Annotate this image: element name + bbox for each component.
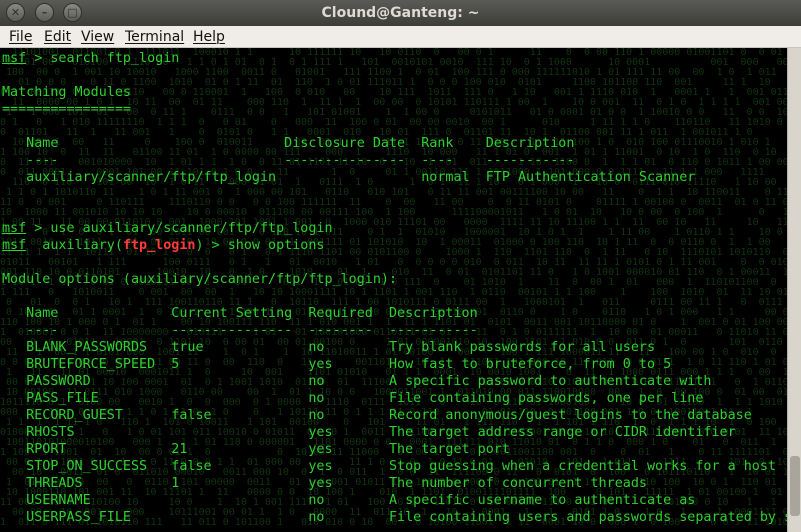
match-table-header: Name Disclosure Date Rank Description: [2, 136, 575, 151]
match-table-divider: ---- --------------- ---- -----------: [2, 153, 575, 168]
terminal-scrollbar[interactable]: [787, 48, 801, 532]
table-row: THREADS 1 yes The number of concurrent t…: [2, 476, 647, 491]
window-title: Clound@Ganteng: ~: [321, 5, 480, 21]
options-table-header: Name Current Setting Required Descriptio…: [2, 306, 478, 321]
module-name: ftp_login: [122, 238, 196, 253]
title-bar: ✕ – □ Clound@Ganteng: ~: [0, 0, 801, 26]
menu-file[interactable]: File: [9, 26, 32, 48]
table-row: auxiliary/scanner/ftp/ftp_login normal F…: [2, 170, 696, 185]
table-row: PASS_FILE no File containing passwords, …: [2, 391, 704, 406]
menu-help[interactable]: Help: [193, 26, 225, 48]
options-table-divider: ---- --------------- -------- ----------…: [2, 323, 478, 338]
msf-prompt: msf: [2, 51, 27, 66]
table-row: BRUTEFORCE_SPEED 5 yes How fast to brute…: [2, 357, 672, 372]
msf-prompt: msf: [2, 238, 27, 253]
table-row: STOP_ON_SUCCESS false yes Stop guessing …: [2, 459, 776, 474]
table-row: RPORT 21 yes The target port: [2, 442, 510, 457]
scrollbar-thumb[interactable]: [790, 456, 800, 516]
msf-prompt: msf: [2, 221, 27, 236]
matching-heading: Matching Modules: [2, 85, 131, 100]
table-row: RECORD_GUEST false no Record anonymous/g…: [2, 408, 752, 423]
table-row: PASSWORD no A specific password to authe…: [2, 374, 712, 389]
options-heading: Module options (auxiliary/scanner/ftp/ft…: [2, 272, 398, 287]
terminal-line: msf > use auxiliary/scanner/ftp/ftp_logi…: [2, 221, 333, 236]
matching-rule: ================: [2, 102, 131, 117]
menu-bar: File Edit View Terminal Help: [0, 26, 801, 48]
table-row: RHOSTS yes The target address range or C…: [2, 425, 736, 440]
table-row: BLANK_PASSWORDS true no Try blank passwo…: [2, 340, 656, 355]
menu-edit[interactable]: Edit: [44, 26, 71, 48]
terminal-line: msf > search ftp_login: [2, 51, 180, 66]
terminal-output[interactable]: 11101001 011001 0 1 111011 100010 1 1 10…: [0, 48, 787, 532]
table-row: USERPASS_FILE no File containing users a…: [2, 510, 787, 525]
menu-terminal[interactable]: Terminal: [125, 26, 184, 48]
terminal-line: msf auxiliary(ftp_login) > show options: [2, 238, 325, 253]
table-row: USERNAME no A specific username to authe…: [2, 493, 696, 508]
menu-view[interactable]: View: [81, 26, 114, 48]
